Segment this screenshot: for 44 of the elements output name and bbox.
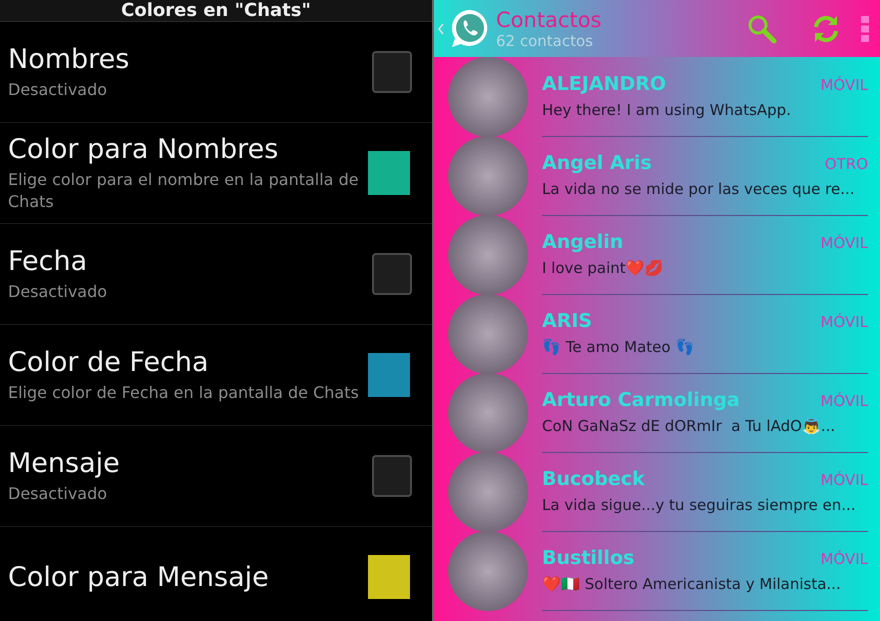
checkbox[interactable] — [372, 51, 412, 93]
setting-title: Color para Nombres — [8, 134, 280, 165]
color-swatch[interactable] — [368, 353, 410, 397]
setting-summary: Elige color para el nombre en la pantalla de Chats — [8, 168, 360, 212]
contact-name[interactable]: Bustillos — [542, 547, 634, 569]
setting-summary: Desactivado — [8, 482, 108, 504]
phone-type-label: MÓVIL — [820, 550, 868, 568]
setting-title: Mensaje — [8, 448, 121, 479]
phone-type-label: MÓVIL — [820, 234, 868, 252]
contact-name[interactable]: ALEJANDRO — [542, 73, 666, 95]
setting-title: Color para Mensaje — [8, 562, 270, 592]
setting-summary: Desactivado — [8, 78, 108, 100]
checkbox[interactable] — [372, 253, 412, 295]
contact-name[interactable]: Arturo Carmolinga — [542, 389, 740, 411]
setting-title: Nombres — [8, 44, 130, 75]
checkbox[interactable] — [372, 455, 412, 497]
contact-name[interactable]: Angel Aris — [542, 152, 652, 174]
contact-status: La vida no se mide por las veces que re... — [542, 180, 856, 198]
setting-title: Color de Fecha — [8, 346, 210, 378]
screen-title: Colores en "Chats" — [0, 0, 432, 22]
screen-title: Contactos — [496, 8, 602, 32]
color-swatch[interactable] — [368, 555, 410, 599]
contact-status: La vida sigue...y tu seguiras siempre en... — [542, 496, 857, 514]
phone-type-label: MÓVIL — [820, 76, 868, 94]
setting-summary: Desactivado — [8, 280, 108, 302]
contact-status: I love paint❤💋 — [542, 259, 665, 277]
contact-count: 62 contactos — [496, 32, 594, 50]
contact-status: CoN GaNaSz dE dORmIr a Tu lAdO👼... — [542, 417, 836, 435]
contact-status: ❤🇮🇹 Soltero Americanista y Milanista... — [542, 575, 842, 593]
overflow-menu-icon[interactable] — [860, 14, 870, 42]
setting-summary: Elige color de Fecha en la pantalla de Chats — [8, 382, 360, 404]
contact-status: Hey there! I am using WhatsApp. — [542, 101, 792, 119]
contact-name[interactable]: Angelin — [542, 231, 624, 253]
contact-status: 👣 Te amo Mateo 👣 — [542, 338, 696, 356]
contact-name[interactable]: Bucobeck — [542, 468, 645, 490]
setting-title: Fecha — [8, 246, 88, 277]
color-swatch[interactable] — [368, 151, 410, 195]
contact-name[interactable]: ARIS — [542, 310, 592, 332]
phone-type-label: OTRO — [824, 155, 868, 173]
search-icon[interactable] — [746, 12, 778, 44]
phone-type-label: MÓVIL — [820, 392, 868, 410]
back-chevron-icon[interactable] — [438, 22, 444, 34]
phone-type-label: MÓVIL — [820, 471, 868, 489]
phone-type-label: MÓVIL — [820, 313, 868, 331]
